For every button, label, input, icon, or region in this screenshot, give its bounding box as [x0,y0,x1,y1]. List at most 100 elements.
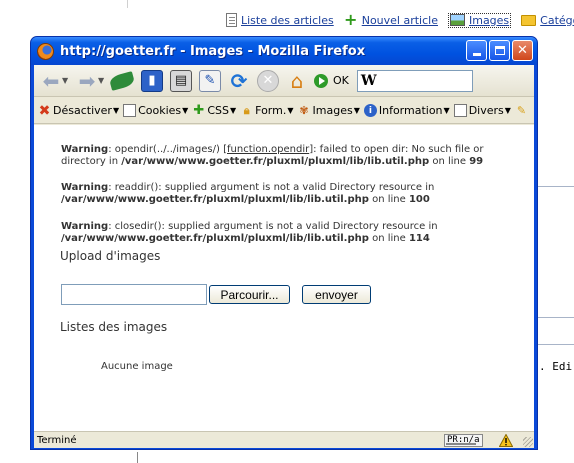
address-bar[interactable]: W [356,69,473,92]
nav-link-articles[interactable]: Liste des articles [226,13,334,27]
line-number: 100 [408,194,430,205]
dev-menu-forms[interactable]: 🔒︎ Form. ▼ [240,103,294,118]
line-number: 114 [408,233,430,244]
navigation-toolbar: ⬅ ▼ ➡ ▼ ▮ ▤ ✎ ⟳ ✕ ⌂ OK W [34,65,534,97]
dropdown-arrow-icon: ▼ [229,106,237,115]
background-divider [127,0,128,8]
dev-menu-css[interactable]: ✚ CSS ▼ [192,103,237,118]
send-button[interactable]: envoyer [302,285,371,304]
maximize-button[interactable] [489,40,510,61]
image-list-title: Listes des images [60,320,168,334]
pagerank-indicator[interactable]: PR:n/a [444,434,483,447]
leaf-icon[interactable] [108,70,136,91]
maximize-icon [494,46,505,55]
dev-menu-disable[interactable]: ✖ Désactiver ▼ [38,102,120,119]
back-arrow-icon: ⬅ [42,68,60,93]
nav-link-label: Liste des articles [241,13,334,27]
bookmarks-icon[interactable]: ▮ [141,69,163,92]
nav-link-label: Catégories [540,13,574,27]
warning-label: Warning [61,221,109,232]
warning-text: on line [368,233,409,244]
file-path-input[interactable] [61,284,207,305]
plus-icon: + [344,10,358,29]
go-icon[interactable] [314,73,328,88]
upload-section-title: Upload d'images [60,249,161,263]
dev-menu-outline[interactable]: ✎ [515,104,530,117]
minimize-button[interactable] [466,40,487,61]
title-bar[interactable]: http://goetter.fr - Images - Mozilla Fir… [31,37,537,65]
back-dropdown-icon[interactable]: ▼ [62,76,70,85]
reload-icon[interactable]: ⟳ [228,69,250,93]
dev-menu-information[interactable]: i Information ▼ [363,104,450,117]
dev-menu-cookies[interactable]: Cookies ▼ [123,104,188,117]
dev-menu-label: CSS [207,104,229,117]
file-path: /var/www/www.goetter.fr/pluxml/pluxml/li… [61,194,369,205]
dev-menu-label: Divers [468,104,504,117]
resize-grip-icon[interactable] [523,437,533,447]
nav-link-categories[interactable]: Catégories [521,14,574,27]
status-bar: Terminé PR:n/a [34,431,534,448]
background-admin-nav: Liste des articles + Nouvel article Imag… [226,11,574,29]
php-warning: Warning: readdir(): supplied argument is… [61,182,501,206]
upload-form: Parcourir... envoyer [61,284,371,305]
dev-menu-misc[interactable]: Divers ▼ [453,104,511,117]
function-link[interactable]: function.opendir [227,144,309,155]
dropdown-arrow-icon: ▼ [182,106,189,115]
stop-icon[interactable]: ✕ [257,69,279,92]
list-icon [453,104,467,117]
forward-dropdown-icon[interactable]: ▼ [98,76,106,85]
dropdown-arrow-icon: ▼ [287,106,294,115]
forward-button[interactable]: ➡ [74,68,100,94]
dropdown-arrow-icon: ▼ [443,106,450,115]
firefox-logo-icon [37,42,54,60]
background-divider [536,186,574,187]
home-icon[interactable]: ⌂ [286,69,308,93]
web-developer-toolbar: ✖ Désactiver ▼ Cookies ▼ ✚ CSS ▼ 🔒︎ Form. ▼ … [34,98,534,124]
image-icon: ✾ [299,104,309,117]
warning-triangle-icon[interactable] [499,434,513,447]
dev-menu-images[interactable]: ✾ Images ▼ [298,104,360,117]
file-path: /var/www/www.goetter.fr/pluxml/pluxml/li… [121,156,430,167]
forward-arrow-icon: ➡ [78,68,96,93]
go-button[interactable]: OK [333,74,349,87]
close-button[interactable]: ✕ [512,40,533,61]
warning-text: : opendir(../../images/) [ [108,144,227,155]
warning-text: on line [368,194,409,205]
cookie-icon [123,104,137,117]
empty-list-message: Aucune image [101,361,173,372]
back-button[interactable]: ⬅ [38,68,64,94]
lock-icon: 🔒︎ [243,103,250,117]
dev-menu-label: Cookies [138,104,182,117]
pencil-icon: ✎ [516,104,527,117]
window-client: ⬅ ▼ ➡ ▼ ▮ ▤ ✎ ⟳ ✕ ⌂ OK W ✖ Désactiver ▼ … [34,65,534,448]
dropdown-arrow-icon: ▼ [112,106,120,115]
close-icon: ✕ [517,43,528,58]
pagerank-bar [446,443,476,445]
document-icon [226,13,237,27]
dropdown-arrow-icon: ▼ [353,106,360,115]
warning-label: Warning [61,144,109,155]
php-warning: Warning: opendir(../../images/) [functio… [61,144,501,168]
nav-link-label: Nouvel article [361,13,438,27]
dev-menu-label: Images [312,104,353,117]
warning-text: on line [429,156,470,167]
background-divider [536,317,574,318]
dev-menu-label: Form. [255,104,287,117]
folder-icon [521,14,537,26]
print-icon[interactable]: ▤ [170,69,192,92]
warning-text: : readdir(): supplied argument is not a … [108,182,435,193]
x-icon: ✖ [38,102,51,119]
window-controls: ✕ [464,40,533,61]
nav-link-images[interactable]: Images [447,12,512,28]
browse-button[interactable]: Parcourir... [209,285,290,304]
dev-menu-label: Information [378,104,443,117]
edit-icon[interactable]: ✎ [199,69,221,92]
dropdown-arrow-icon: ▼ [504,106,511,115]
css-icon: ✚ [193,103,205,118]
nav-link-new-article[interactable]: + Nouvel article [344,10,438,29]
image-icon [449,14,465,26]
php-warning: Warning: closedir(): supplied argument i… [61,221,501,245]
info-icon: i [363,104,377,117]
page-content: Warning: opendir(../../images/) [functio… [34,125,534,431]
window-title: http://goetter.fr - Images - Mozilla Fir… [60,43,366,59]
